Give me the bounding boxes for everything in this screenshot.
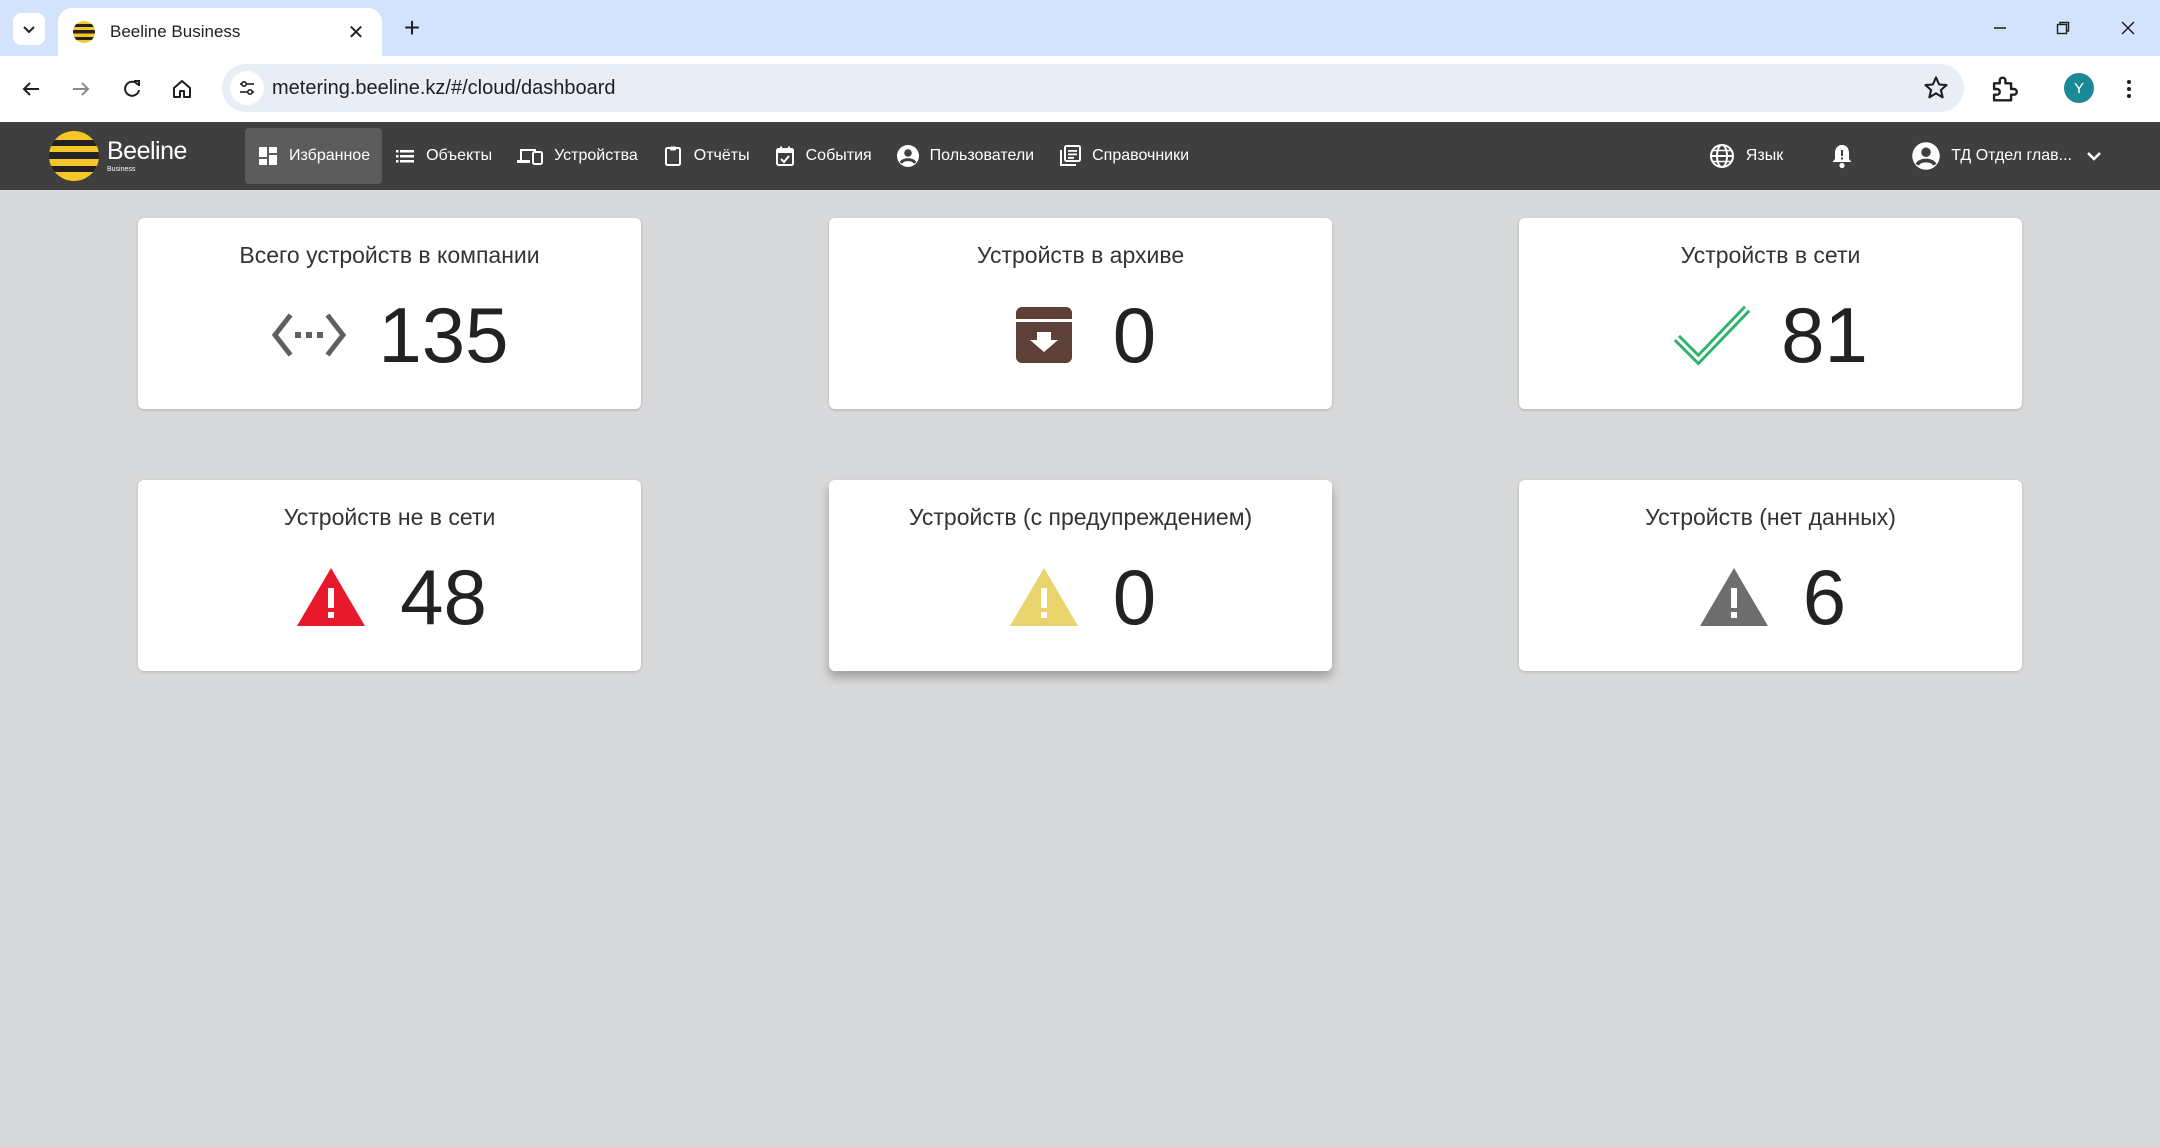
settings-ethernet-icon <box>272 313 347 357</box>
browser-toolbar: metering.beeline.kz/#/cloud/dashboard Y <box>0 56 2160 122</box>
card-title: Устройств не в сети <box>283 504 496 530</box>
new-tab-button[interactable]: + <box>396 12 428 44</box>
tune-icon <box>240 80 254 96</box>
menu-item-label: Справочники <box>1092 147 1190 164</box>
card-archived-devices[interactable]: Устройств в архиве 0 <box>829 218 1332 409</box>
menu-item-events[interactable]: События <box>762 128 884 184</box>
account-circle-icon <box>896 145 919 167</box>
arrow-right-icon <box>73 82 90 96</box>
site-info-button[interactable] <box>230 71 264 105</box>
app-header: Beeline Business Избранное Объекты Устро… <box>0 122 2160 190</box>
menu-item-favorites[interactable]: Избранное <box>245 128 383 184</box>
chevron-down-icon <box>23 26 35 34</box>
user-label: ТД Отдел глав... <box>1951 147 2072 164</box>
library-books-icon <box>1060 145 1082 166</box>
menu-item-directories[interactable]: Справочники <box>1046 128 1201 184</box>
reload-icon <box>124 80 140 97</box>
bell-icon <box>1832 145 1852 169</box>
card-value: 0 <box>1112 553 1157 641</box>
menu-item-devices[interactable]: Устройства <box>504 128 650 184</box>
menu-item-users[interactable]: Пользователи <box>884 128 1046 184</box>
menu-item-label: Объекты <box>426 147 493 164</box>
card-no-data-devices[interactable]: Устройств (нет данных) 6 <box>1519 480 2022 671</box>
card-title: Устройств (с предупреждением) <box>908 504 1253 530</box>
back-button[interactable] <box>14 72 48 106</box>
restore-button[interactable] <box>2045 10 2081 46</box>
card-title: Всего устройств в компании <box>239 242 540 268</box>
language-label: Язык <box>1745 147 1784 164</box>
extensions-icon[interactable] <box>1987 72 2021 106</box>
card-online-devices[interactable]: Устройств в сети 81 <box>1519 218 2022 409</box>
browser-tab[interactable]: Beeline Business ✕ <box>58 8 382 56</box>
archive-icon <box>1015 307 1072 363</box>
menu-item-label: Избранное <box>289 147 371 164</box>
warning-red-icon <box>297 568 366 626</box>
card-value: 48 <box>400 553 487 641</box>
tab-search-button[interactable] <box>13 13 45 45</box>
menu-item-label: Пользователи <box>929 147 1035 164</box>
card-title: Устройств в архиве <box>976 242 1185 268</box>
card-value: 6 <box>1802 553 1847 641</box>
arrow-left-icon <box>22 82 39 96</box>
close-icon <box>2121 21 2135 35</box>
chevron-down-icon <box>2087 152 2101 161</box>
header-right-menu: Язык ТД Отдел глав... <box>1662 128 2104 184</box>
account-circle-icon <box>1912 142 1940 170</box>
tab-close-icon[interactable]: ✕ <box>344 20 368 45</box>
menu-item-reports[interactable]: Отчёты <box>650 128 762 184</box>
restore-icon <box>2056 21 2070 35</box>
beeline-logo-icon <box>49 131 99 181</box>
warning-yellow-icon <box>1009 568 1078 626</box>
card-title: Устройств (нет данных) <box>1645 504 1896 530</box>
minimize-button[interactable] <box>1982 10 2018 46</box>
clipboard-icon <box>664 146 681 166</box>
card-value: 135 <box>378 291 509 379</box>
minimize-icon <box>1994 27 2006 29</box>
globe-icon <box>1709 144 1734 168</box>
list-icon <box>396 150 415 163</box>
forward-button[interactable] <box>64 72 98 106</box>
close-window-button[interactable] <box>2110 10 2146 46</box>
card-value: 81 <box>1781 291 1868 379</box>
beeline-favicon-icon <box>73 21 95 43</box>
check-icon <box>1673 305 1751 366</box>
brand-logo-link[interactable]: Beeline Business <box>48 130 187 182</box>
menu-item-label: Отчёты <box>693 147 750 164</box>
card-warning-devices[interactable]: Устройств (с предупреждением) 0 <box>829 480 1332 671</box>
menu-item-label: События <box>805 147 872 164</box>
dashboard-icon <box>259 147 277 165</box>
language-button[interactable]: Язык <box>1708 142 1783 170</box>
main-menu: Избранное Объекты Устройства Отчёты Собы… <box>245 128 1201 184</box>
home-button[interactable] <box>165 72 199 106</box>
profile-avatar[interactable]: Y <box>2064 73 2094 103</box>
user-menu-button[interactable]: ТД Отдел глав... <box>1911 141 2104 171</box>
browser-tab-strip: Beeline Business ✕ + <box>0 0 2160 56</box>
card-offline-devices[interactable]: Устройств не в сети 48 <box>138 480 641 671</box>
devices-icon <box>517 149 544 165</box>
card-total-devices[interactable]: Всего устройств в компании 135 <box>138 218 641 409</box>
notifications-button[interactable] <box>1829 142 1865 170</box>
menu-item-objects[interactable]: Объекты <box>382 128 504 184</box>
address-bar[interactable]: metering.beeline.kz/#/cloud/dashboard <box>222 64 1964 112</box>
card-title: Устройств в сети <box>1680 242 1861 268</box>
browser-menu-button[interactable] <box>2114 72 2144 106</box>
menu-item-label: Устройства <box>554 147 638 164</box>
more-vert-icon <box>2127 80 2131 98</box>
brand-name: Beeline <box>107 137 187 165</box>
card-value: 0 <box>1112 291 1157 379</box>
warning-gray-icon <box>1699 568 1768 626</box>
home-icon <box>173 80 191 98</box>
reload-button[interactable] <box>115 72 149 106</box>
tab-title: Beeline Business <box>110 22 241 41</box>
brand-sub: Business <box>107 166 136 173</box>
bookmark-star-icon[interactable] <box>1922 74 1950 102</box>
url-text[interactable]: metering.beeline.kz/#/cloud/dashboard <box>272 77 616 100</box>
calendar-check-icon <box>775 146 794 166</box>
